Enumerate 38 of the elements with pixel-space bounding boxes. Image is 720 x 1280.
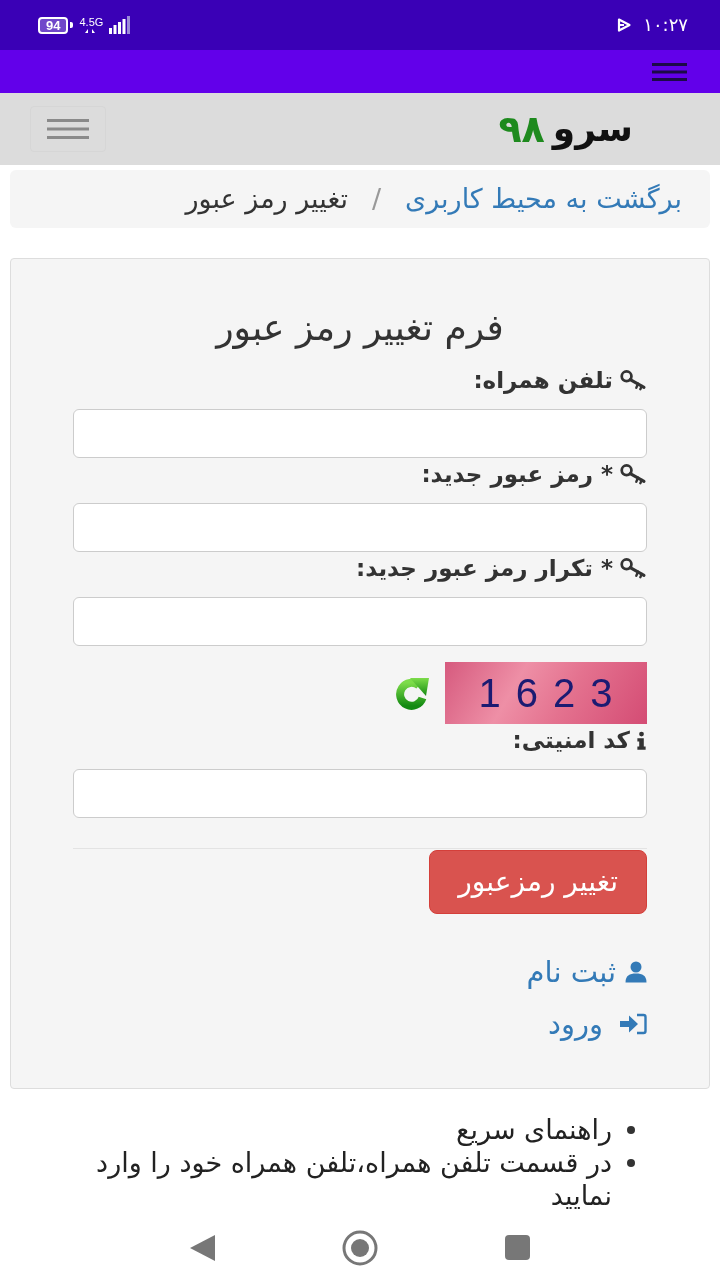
recents-icon[interactable] xyxy=(505,1235,530,1260)
key-icon xyxy=(619,557,647,579)
help-text: در قسمت تلفن همراه،تلفن همراه خود را وارد نمایید xyxy=(95,1146,612,1212)
form-title: فرم تغییر رمز عبور xyxy=(213,307,505,349)
field-label: تلفن همراه: xyxy=(473,366,613,396)
breadcrumb-separator: / xyxy=(371,181,382,216)
info-icon xyxy=(636,730,647,750)
breadcrumb-link[interactable]: برگشت به محیط کاربری xyxy=(405,178,682,220)
home-icon[interactable] xyxy=(342,1229,378,1266)
field-label: کد امنیتی: xyxy=(512,726,630,755)
login-link[interactable]: ورود xyxy=(548,1005,647,1043)
play-icon xyxy=(617,18,632,32)
user-icon xyxy=(625,961,647,983)
input-field[interactable] xyxy=(73,597,647,646)
battery-indicator: 94 xyxy=(38,16,74,34)
clock-time: ۱۰:۲۷ xyxy=(643,16,688,34)
field-label: * رمز عبور جدید: xyxy=(421,460,613,490)
breadcrumb-current: تغییر رمز عبور xyxy=(185,181,348,217)
menu-toggle-button[interactable] xyxy=(30,106,106,152)
key-icon xyxy=(619,463,647,485)
bullet-icon xyxy=(627,1159,635,1167)
back-icon[interactable] xyxy=(190,1234,215,1261)
input-field[interactable] xyxy=(73,409,647,458)
sign-in-icon xyxy=(619,1013,647,1035)
captcha-image: 1623 xyxy=(445,662,647,724)
help-text: راهنمای سریع xyxy=(456,1113,612,1146)
bullet-icon xyxy=(627,1126,635,1134)
input-field[interactable] xyxy=(73,769,647,818)
network-type: 4.5G xyxy=(79,16,104,28)
key-icon xyxy=(619,369,647,391)
menu-icon xyxy=(47,119,89,139)
logo-number[interactable]: ۹۸ xyxy=(498,110,545,148)
input-field[interactable] xyxy=(73,503,647,552)
submit-button[interactable]: تغییر رمزعبور xyxy=(429,850,647,914)
menu-icon[interactable] xyxy=(652,62,687,81)
register-link[interactable]: ثبت نام xyxy=(526,953,647,991)
field-label: * تکرار رمز عبور جدید: xyxy=(355,554,613,584)
signal-icon xyxy=(109,16,132,34)
